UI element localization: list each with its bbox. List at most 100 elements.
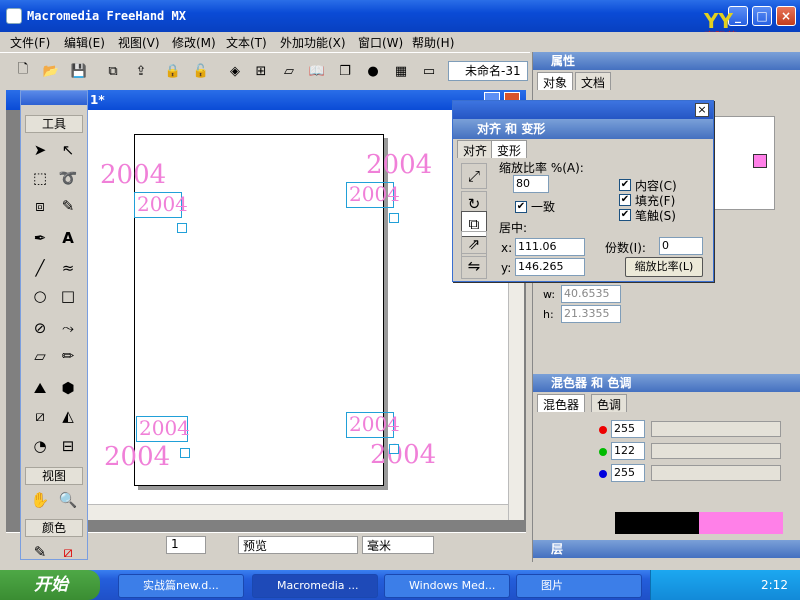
content-checkbox[interactable]: ✔ xyxy=(619,179,631,191)
tab-document[interactable]: 文档 xyxy=(575,72,612,90)
lasso-tool-icon[interactable]: ➰ xyxy=(55,165,81,191)
stroke-checkbox[interactable]: ✔ xyxy=(619,209,631,221)
selected-text[interactable]: 2004 xyxy=(136,416,190,442)
green-field[interactable]: 122 xyxy=(611,442,645,460)
height-field[interactable]: 21.3355 xyxy=(561,305,621,323)
canvas-text[interactable]: 2004 xyxy=(100,160,166,190)
selected-text[interactable]: 2004 xyxy=(346,412,400,438)
knife-tool-icon[interactable]: ⊘ xyxy=(27,315,53,341)
scale-field[interactable]: 80 xyxy=(513,175,549,193)
transform-icon[interactable]: ▱ xyxy=(278,60,300,82)
text-tool-icon[interactable]: A xyxy=(55,225,81,251)
connector-tool-icon[interactable]: ⊟ xyxy=(55,433,81,459)
tab-object[interactable]: 对象 xyxy=(537,72,574,90)
taskbar-item[interactable]: Macromedia ... xyxy=(252,574,378,598)
menu-file[interactable]: 文件(F) xyxy=(10,34,50,51)
tab-transform[interactable]: 变形 xyxy=(491,140,528,158)
unit-select[interactable]: 毫米 xyxy=(362,536,434,554)
freeform-tool-icon[interactable]: ≈ xyxy=(55,255,81,281)
import-icon[interactable]: ⧉ xyxy=(102,60,124,82)
pointer-tool-icon[interactable]: ➤ xyxy=(27,137,53,163)
eyedropper-tool-icon[interactable]: ✎ xyxy=(55,193,81,219)
horizontal-scrollbar[interactable] xyxy=(88,504,508,520)
book-icon[interactable]: 📖 xyxy=(306,60,328,82)
rectangle-tool-icon[interactable]: □ xyxy=(55,283,81,309)
hand-tool-icon[interactable]: ✋ xyxy=(27,487,53,513)
menu-modify[interactable]: 修改(M) xyxy=(172,34,216,51)
x-field[interactable]: 111.06 xyxy=(515,238,585,256)
move-icon[interactable]: ⤢ xyxy=(461,163,487,189)
taskbar-item[interactable]: Windows Med... xyxy=(384,574,510,598)
selection-handle[interactable] xyxy=(389,213,399,223)
start-button[interactable]: 开始 xyxy=(0,570,100,600)
export-icon[interactable]: ⇪ xyxy=(130,60,152,82)
green-slider[interactable] xyxy=(651,443,781,459)
reflect-icon[interactable]: ⇋ xyxy=(461,253,487,279)
properties-header[interactable]: 属性 xyxy=(533,52,800,70)
blend-tool-icon[interactable]: ⛰ xyxy=(27,375,53,401)
page-tool-icon[interactable]: ⬚ xyxy=(27,165,53,191)
subselect-tool-icon[interactable]: ↖ xyxy=(55,137,81,163)
fill-tool-icon[interactable]: ⬢ xyxy=(55,375,81,401)
canvas-text[interactable]: 2004 xyxy=(104,442,170,472)
menu-view[interactable]: 视图(V) xyxy=(118,34,160,51)
layers-icon[interactable]: ❐ xyxy=(334,60,356,82)
menu-help[interactable]: 帮助(H) xyxy=(412,34,454,51)
red-slider[interactable] xyxy=(651,421,781,437)
layers-header[interactable]: 层 xyxy=(533,540,800,558)
y-field[interactable]: 146.265 xyxy=(515,258,585,276)
grid-icon[interactable]: ▦ xyxy=(390,60,412,82)
fill-color-icon[interactable]: ⧄ xyxy=(55,539,81,565)
menu-xtras[interactable]: 外加功能(X) xyxy=(280,34,346,51)
document-selector[interactable]: 未命名-31 xyxy=(448,61,528,81)
save-icon[interactable]: 💾 xyxy=(68,60,90,82)
preview-mode-select[interactable]: 预览 xyxy=(238,536,358,554)
menu-edit[interactable]: 编辑(E) xyxy=(64,34,105,51)
copies-field[interactable]: 0 xyxy=(659,237,703,255)
menu-text[interactable]: 文本(T) xyxy=(226,34,267,51)
mirror-tool-icon[interactable]: ⧄ xyxy=(27,403,53,429)
envelope-tool-icon[interactable]: ◭ xyxy=(55,403,81,429)
selected-text[interactable]: 2004 xyxy=(134,192,188,218)
canvas-text[interactable]: 2004 xyxy=(366,150,432,180)
ellipse-tool-icon[interactable]: ○ xyxy=(27,283,53,309)
fill-checkbox[interactable]: ✔ xyxy=(619,194,631,206)
group-icon[interactable]: ⊞ xyxy=(250,60,272,82)
apply-scale-button[interactable]: 缩放比率(L) xyxy=(625,257,703,277)
selection-handle[interactable] xyxy=(180,448,190,458)
swatch-icon[interactable]: ▭ xyxy=(418,60,440,82)
pencil-tool-icon[interactable]: ✏ xyxy=(55,343,81,369)
menu-window[interactable]: 窗口(W) xyxy=(358,34,403,51)
zoom-tool-icon[interactable]: 🔍 xyxy=(55,487,81,513)
selection-handle[interactable] xyxy=(389,444,399,454)
taskbar-item[interactable]: 实战篇new.d... xyxy=(118,574,244,598)
close-button[interactable]: × xyxy=(776,6,796,26)
mixer-header[interactable]: 混色器 和 色调 xyxy=(533,374,800,392)
canvas-text[interactable]: 2004 xyxy=(370,440,436,470)
bezigon-tool-icon[interactable]: ⤳ xyxy=(55,315,81,341)
tab-tint[interactable]: 色调 xyxy=(591,394,628,412)
page-number-field[interactable]: 1 xyxy=(166,536,206,554)
blue-field[interactable]: 255 xyxy=(611,464,645,482)
align-icon[interactable]: ◈ xyxy=(224,60,246,82)
eraser-tool-icon[interactable]: ▱ xyxy=(27,343,53,369)
tab-mixer[interactable]: 混色器 xyxy=(537,394,586,412)
selected-text[interactable]: 2004 xyxy=(346,182,400,208)
stroke-color-icon[interactable]: ✎ xyxy=(27,539,53,565)
chart-tool-icon[interactable]: ◔ xyxy=(27,433,53,459)
scale-tool-icon[interactable]: ⧈ xyxy=(27,193,53,219)
unlock-icon[interactable]: 🔓 xyxy=(190,60,212,82)
width-field[interactable]: 40.6535 xyxy=(561,285,621,303)
selection-handle[interactable] xyxy=(177,223,187,233)
line-tool-icon[interactable]: ╱ xyxy=(27,255,53,281)
close-icon[interactable]: × xyxy=(695,103,709,117)
new-file-icon[interactable]: 🗋 xyxy=(12,60,34,82)
red-field[interactable]: 255 xyxy=(611,420,645,438)
color-icon[interactable]: ● xyxy=(362,60,384,82)
open-folder-icon[interactable]: 📂 xyxy=(40,60,62,82)
lock-icon[interactable]: 🔒 xyxy=(162,60,184,82)
tab-align[interactable]: 对齐 xyxy=(457,140,494,158)
uniform-checkbox[interactable]: ✔ xyxy=(515,201,527,213)
taskbar-item[interactable]: 图片 xyxy=(516,574,642,598)
pen-tool-icon[interactable]: ✒ xyxy=(27,225,53,251)
